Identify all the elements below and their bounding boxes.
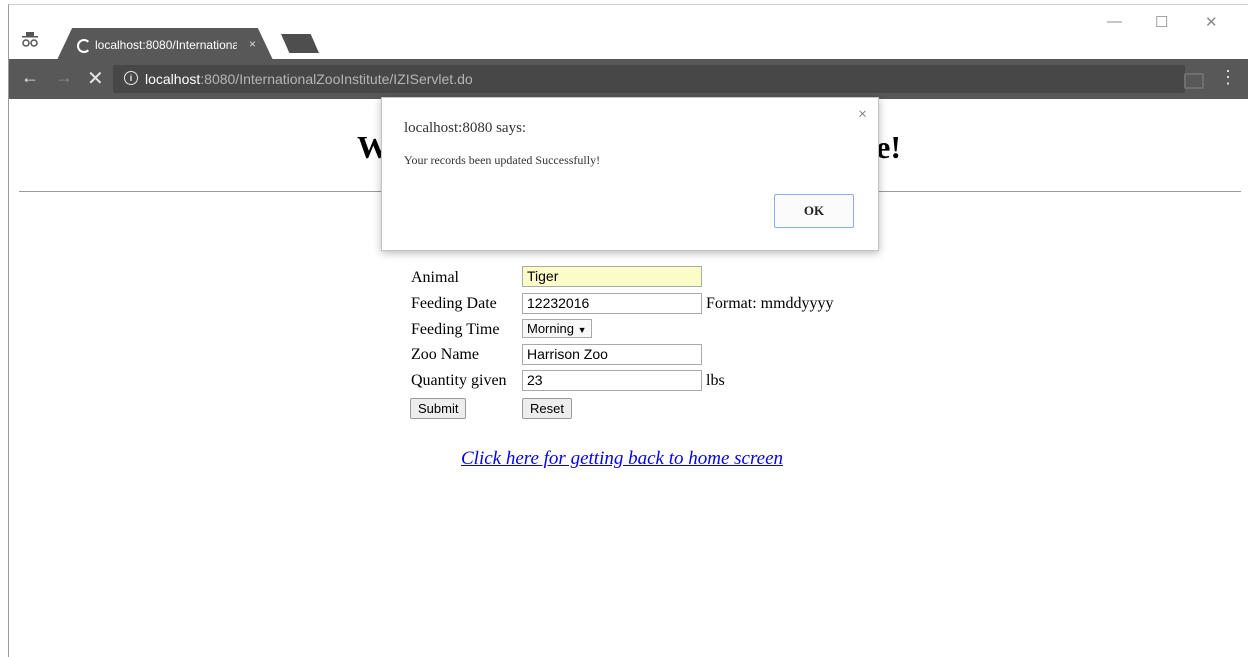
minimize-icon[interactable]: — <box>1107 13 1122 30</box>
url-path: :8080/InternationalZooInstitute/IZIServl… <box>200 71 473 87</box>
tab-close-icon[interactable]: × <box>249 37 256 51</box>
feeding-date-format-hint: Format: mmddyyyy <box>706 295 834 312</box>
info-icon[interactable]: i <box>124 71 138 85</box>
title-bar: localhost:8080/InternationalZooInstitute… <box>9 5 1248 60</box>
browser-toolbar: ← → ✕ i localhost:8080/InternationalZooI… <box>9 59 1248 99</box>
cast-icon[interactable] <box>1184 73 1204 89</box>
quantity-label: Quantity given <box>411 372 507 389</box>
submit-button[interactable]: Submit <box>410 398 467 419</box>
browser-window: localhost:8080/InternationalZooInstitute… <box>8 4 1248 657</box>
dropdown-arrow-icon: ▼ <box>577 325 587 335</box>
menu-icon[interactable]: ⋮ <box>1219 67 1237 88</box>
home-screen-link[interactable]: Click here for getting back to home scre… <box>461 448 783 470</box>
feeding-time-select[interactable]: Morning ▼ <box>522 319 592 338</box>
url-host: localhost <box>145 71 201 87</box>
animal-label: Animal <box>411 269 459 286</box>
dialog-title: localhost:8080 says: <box>404 120 527 136</box>
tab-title: localhost:8080/InternationalZooInstitute… <box>95 38 237 52</box>
feeding-time-value: Morning <box>527 321 574 336</box>
reset-button[interactable]: Reset <box>522 398 572 419</box>
loading-spinner-icon <box>77 39 91 53</box>
url-text: localhost:8080/InternationalZooInstitute… <box>145 71 473 87</box>
forward-icon[interactable]: → <box>55 67 73 88</box>
alert-dialog: × localhost:8080 says: Your records been… <box>381 97 879 251</box>
feeding-date-label: Feeding Date <box>411 295 497 312</box>
window-close-icon[interactable]: ✕ <box>1205 13 1218 31</box>
zoo-name-input[interactable]: Harrison Zoo <box>522 344 702 365</box>
dialog-message: Your records been updated Successfully! <box>404 153 601 167</box>
new-tab-button[interactable] <box>281 34 319 53</box>
quantity-unit: lbs <box>706 372 725 389</box>
incognito-icon <box>22 32 38 47</box>
feeding-time-label: Feeding Time <box>411 321 500 338</box>
animal-input[interactable]: Tiger <box>522 266 702 287</box>
dialog-close-icon[interactable]: × <box>858 106 867 124</box>
quantity-input[interactable]: 23 <box>522 370 702 391</box>
ok-button[interactable]: OK <box>774 194 854 228</box>
back-icon[interactable]: ← <box>21 67 39 88</box>
zoo-name-label: Zoo Name <box>411 346 479 363</box>
maximize-icon[interactable]: ☐ <box>1155 13 1168 31</box>
page-content: Welcome to International Zoo Institute! … <box>9 97 1248 657</box>
feeding-date-input[interactable]: 12232016 <box>522 293 702 314</box>
stop-loading-icon[interactable]: ✕ <box>87 66 104 91</box>
address-bar[interactable]: i localhost:8080/InternationalZooInstitu… <box>113 65 1185 93</box>
